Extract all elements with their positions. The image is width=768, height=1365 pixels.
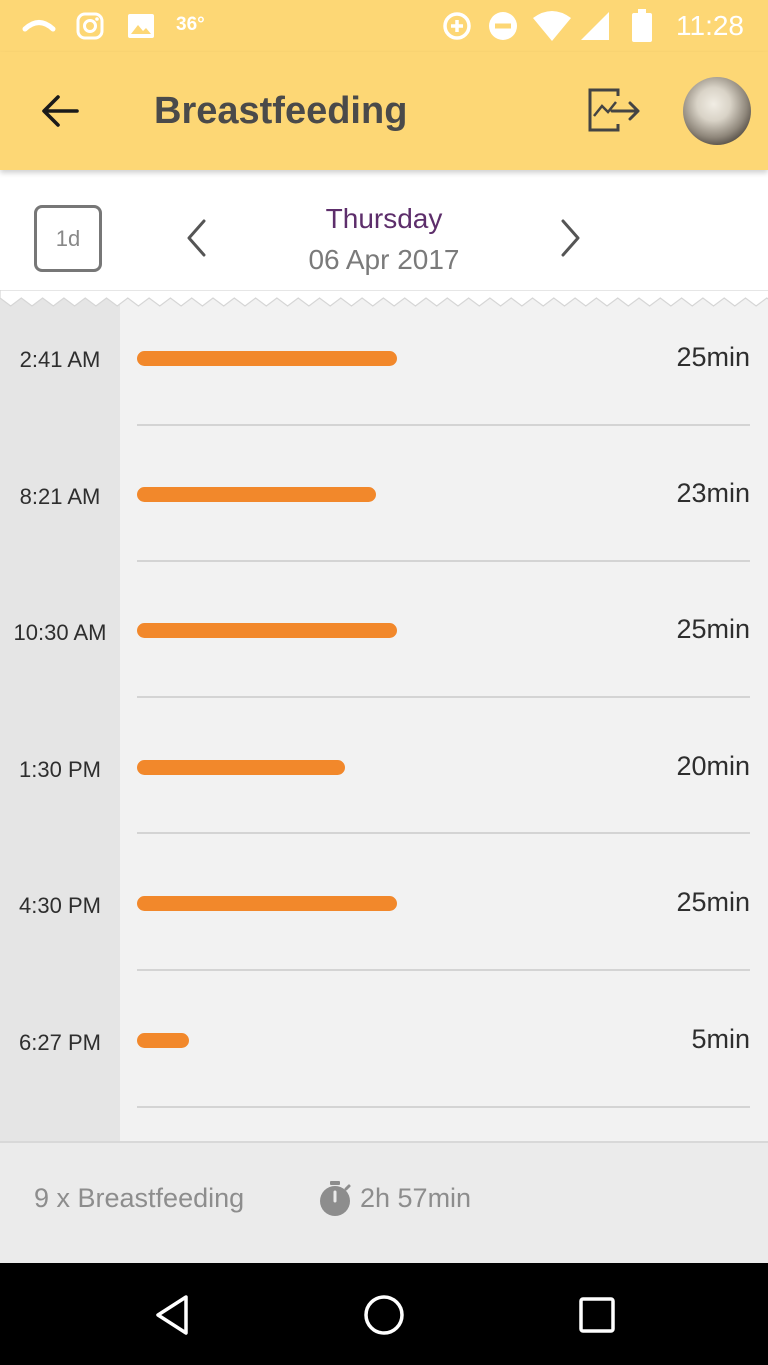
- entry-time: 6:27 PM: [19, 1030, 101, 1055]
- avatar[interactable]: [683, 77, 751, 145]
- duration-bar: [137, 1033, 189, 1048]
- back-button[interactable]: [30, 87, 90, 135]
- entry-time: 2:41 AM: [19, 347, 101, 372]
- duration-bar: [137, 351, 397, 366]
- entry-duration: 23min: [676, 478, 750, 508]
- duration-bar: [137, 896, 397, 911]
- list-item[interactable]: 8:21 AM 23min: [0, 435, 768, 571]
- entry-time: 4:30 PM: [19, 893, 101, 918]
- list-item[interactable]: 2:41 AM 25min: [0, 298, 768, 434]
- entry-duration: 20min: [676, 751, 750, 781]
- do-not-disturb-icon: [486, 0, 520, 52]
- arrow-left-icon: [42, 95, 79, 127]
- entry-duration: 5min: [691, 1024, 750, 1054]
- wifi-icon: [530, 0, 574, 52]
- page-title: Breastfeeding: [154, 90, 408, 132]
- instagram-icon: [72, 0, 108, 52]
- date-navigator: 1d Thursday 06 Apr 2017: [0, 170, 768, 298]
- battery-icon: [628, 0, 656, 52]
- zigzag-divider: [0, 290, 768, 307]
- chevron-right-icon: [561, 219, 580, 257]
- circle-home-icon: [364, 1295, 404, 1335]
- chevron-left-icon: [187, 219, 206, 257]
- data-saver-icon: [440, 0, 474, 52]
- temperature-text: 36°: [176, 14, 205, 35]
- image-icon: [124, 0, 158, 52]
- recents-nav-button[interactable]: [567, 1289, 627, 1341]
- entry-duration: 25min: [676, 614, 750, 644]
- entry-time: 1:30 PM: [19, 757, 101, 782]
- row-divider: [137, 424, 750, 426]
- feeding-count: 9 x Breastfeeding: [34, 1183, 245, 1213]
- date-text: 06 Apr 2017: [308, 244, 460, 275]
- export-chart-icon: [588, 88, 640, 132]
- wave-icon: [20, 0, 58, 52]
- entry-duration: 25min: [676, 342, 750, 372]
- system-nav-bar: [0, 1263, 768, 1365]
- clock-text: 11:28: [676, 10, 744, 41]
- next-day-button[interactable]: [551, 214, 591, 262]
- list-item[interactable]: 1:30 PM 20min: [0, 708, 768, 844]
- previous-day-button[interactable]: [176, 214, 216, 262]
- duration-bar: [137, 487, 376, 502]
- duration-bar: [137, 623, 397, 638]
- export-button[interactable]: [582, 82, 646, 140]
- square-recents-icon: [579, 1297, 615, 1333]
- range-selector-button[interactable]: 1d: [34, 205, 102, 272]
- signal-icon: [578, 0, 612, 52]
- status-bar: 36° 11:28: [0, 0, 768, 52]
- entry-duration: 25min: [676, 887, 750, 917]
- total-duration: 2h 57min: [360, 1183, 472, 1213]
- stopwatch-icon: [320, 1181, 351, 1216]
- duration-bar: [137, 760, 345, 775]
- feeding-list: 2:41 AM 25min 8:21 AM 23min 10:30 AM 25m…: [0, 298, 768, 1141]
- day-name: Thursday: [325, 203, 443, 234]
- summary-bar: 9 x Breastfeeding 2h 57min: [0, 1141, 768, 1263]
- list-item[interactable]: 6:27 PM 5min: [0, 981, 768, 1117]
- list-item[interactable]: 10:30 AM 25min: [0, 571, 768, 707]
- row-divider: [137, 696, 750, 698]
- entry-time: 8:21 AM: [19, 484, 101, 509]
- entry-time: 10:30 AM: [13, 620, 107, 645]
- app-bar: Breastfeeding: [0, 52, 768, 170]
- list-item[interactable]: 4:30 PM 25min: [0, 844, 768, 980]
- home-nav-button[interactable]: [354, 1289, 414, 1341]
- row-divider: [137, 832, 750, 834]
- row-divider: [137, 969, 750, 971]
- row-divider: [137, 1106, 750, 1108]
- back-nav-button[interactable]: [142, 1289, 202, 1341]
- triangle-back-icon: [156, 1295, 188, 1335]
- row-divider: [137, 560, 750, 562]
